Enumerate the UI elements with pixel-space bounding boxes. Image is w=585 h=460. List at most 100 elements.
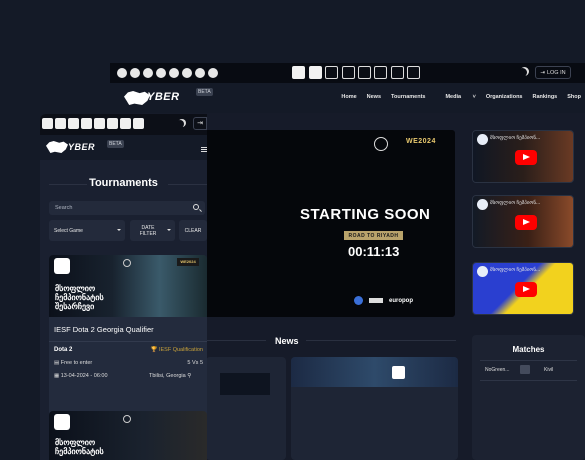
live-stream-player[interactable]: WE2024 STARTING SOON ROAD TO RIYADH 00:1… [204, 130, 455, 317]
sponsor-europop: europop [389, 297, 413, 304]
login-icon[interactable]: ⇥ [193, 117, 207, 130]
fifa-icon[interactable] [358, 66, 371, 79]
chevron-down-icon [117, 229, 121, 231]
entry-fee: ▤ Free to enter [54, 360, 93, 366]
efootball-icon[interactable] [374, 66, 387, 79]
select-game-dropdown[interactable]: Select Game [49, 220, 125, 241]
youtube-play-icon[interactable] [515, 150, 537, 165]
matches-title: Matches [512, 345, 545, 354]
nav-news[interactable]: News [367, 94, 381, 100]
match-row[interactable]: NoGreen... Kivil [472, 363, 585, 379]
tournament-card[interactable]: მსოფლიო ჩემპიონატის [49, 411, 207, 460]
tiktok-icon[interactable] [182, 68, 192, 78]
nav-shop[interactable]: Shop [567, 94, 581, 100]
channel-avatar [477, 266, 488, 277]
event-logo: WE2024 [177, 258, 199, 266]
qualification-badge: 🏆 IESF Qualification [150, 347, 203, 353]
dota2-icon[interactable] [309, 66, 322, 79]
dota2-icon[interactable] [55, 118, 66, 129]
tournament-name[interactable]: IESF Dota 2 Georgia Qualifier [54, 325, 154, 334]
divider [168, 184, 207, 185]
sponsor-row: europop [354, 296, 413, 305]
event-logo: WE2024 [406, 138, 436, 145]
clear-filter-button[interactable]: CLEAR [179, 220, 207, 241]
pubg-icon[interactable] [342, 66, 355, 79]
stream-title: STARTING SOON [300, 206, 431, 223]
login-icon: ⇥ [540, 69, 545, 76]
banner-text: მსოფლიო ჩემპიონატის შესარჩევი [55, 284, 104, 311]
nav-tournaments[interactable]: Tournaments [391, 94, 425, 100]
search-input[interactable]: Search [49, 201, 205, 215]
video-thumbnail[interactable]: მსოფლიო ჩემპიონ... [472, 130, 574, 183]
twitter-icon[interactable] [117, 68, 127, 78]
dark-mode-toggle-icon[interactable] [176, 120, 184, 128]
site-logo-text[interactable]: YBER [68, 142, 95, 152]
matches-panel: Matches NoGreen... Kivil [472, 335, 585, 460]
league-logo-icon [123, 415, 131, 423]
start-date: ▦ 13-04-2024 - 06:00 [54, 373, 108, 379]
divider [480, 380, 577, 381]
bull-logo-icon[interactable] [46, 141, 68, 153]
fifa-icon[interactable] [94, 118, 105, 129]
console-icon[interactable] [407, 66, 420, 79]
select-game-label: Select Game [54, 227, 83, 234]
divider [49, 341, 207, 342]
team-name: NoGreen... [485, 367, 510, 373]
nav-organizations[interactable]: Organizations [486, 94, 523, 100]
dark-mode-toggle-icon[interactable] [518, 68, 527, 77]
nav-media[interactable]: Media ˅ [435, 94, 475, 100]
login-button[interactable]: ⇥ LOG IN [535, 66, 571, 79]
other-social-icon[interactable] [208, 68, 218, 78]
main-navbar: YBER BETA Home News Tournaments Media ˅ … [110, 83, 585, 113]
facebook-icon[interactable] [130, 68, 140, 78]
league-logo-icon [374, 137, 388, 151]
video-thumbnail[interactable]: მსოფლიო ჩემპიონ... [472, 262, 574, 315]
tournament-game: Dota 2 [54, 347, 73, 353]
federation-logo-icon [354, 296, 363, 305]
console-icon[interactable] [133, 118, 144, 129]
login-label: LOG IN [546, 69, 566, 76]
news-card[interactable] [291, 357, 458, 460]
instagram-icon[interactable] [195, 68, 205, 78]
discord-icon[interactable] [156, 68, 166, 78]
trophy-icon: 🏆 [150, 347, 158, 353]
location-pin-icon: ⚲ [187, 373, 192, 379]
channel-avatar [477, 199, 488, 210]
date-filter-dropdown[interactable]: DATE FILTER [130, 220, 175, 241]
video-title: მსოფლიო ჩემპიონ... [490, 267, 541, 273]
chevron-down-icon [167, 229, 171, 231]
calendar-icon: ▦ [54, 373, 60, 379]
valorant-icon[interactable] [325, 66, 338, 79]
efootball-icon[interactable] [107, 118, 118, 129]
pubg-icon[interactable] [81, 118, 92, 129]
mobile-top-bar: ⇥ [40, 114, 207, 135]
league-logo-icon [123, 259, 131, 267]
twitch-icon[interactable] [169, 68, 179, 78]
video-title: მსოფლიო ჩემპიონ... [490, 200, 541, 206]
divider [206, 340, 266, 341]
banner-text: მსოფლიო ჩემპიონატის [55, 438, 104, 456]
cyber-logo-icon [369, 298, 383, 303]
divider [306, 340, 456, 341]
hamburger-menu-icon[interactable] [201, 147, 207, 148]
cs2-icon[interactable] [292, 66, 305, 79]
dota2-icon [392, 366, 405, 379]
nav-links: Home News Tournaments Media ˅ Organizati… [331, 94, 585, 100]
youtube-play-icon[interactable] [515, 282, 537, 297]
news-card[interactable] [206, 357, 286, 460]
team-format: 5 Vs 5 [187, 360, 203, 366]
search-icon[interactable] [193, 204, 199, 210]
site-logo-text[interactable]: YBER [147, 91, 180, 103]
nav-home[interactable]: Home [341, 94, 356, 100]
location: Tbilisi, Georgia ⚲ [149, 373, 192, 379]
mobile-game-icon[interactable] [391, 66, 404, 79]
youtube-icon[interactable] [143, 68, 153, 78]
valorant-icon[interactable] [68, 118, 79, 129]
video-thumbnail[interactable]: მსოფლიო ჩემპიონ... [472, 195, 574, 248]
mobile-game-icon[interactable] [120, 118, 131, 129]
nav-rankings[interactable]: Rankings [532, 94, 557, 100]
news-image [291, 357, 458, 387]
cs2-icon[interactable] [42, 118, 53, 129]
top-utility-bar: ⇥ LOG IN [110, 63, 585, 83]
youtube-play-icon[interactable] [515, 215, 537, 230]
